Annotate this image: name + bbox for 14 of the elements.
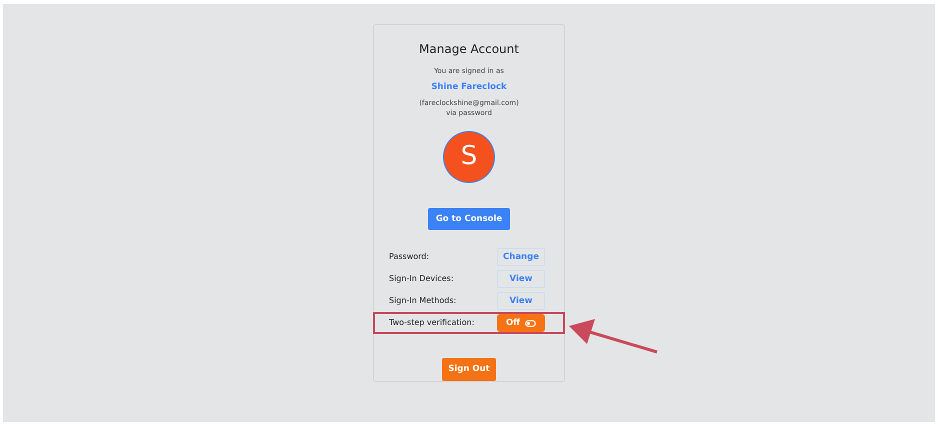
setting-button[interactable]: View xyxy=(497,292,545,310)
setting-button[interactable]: Change xyxy=(497,248,545,266)
setting-label: Sign-In Devices: xyxy=(389,273,454,286)
console-button[interactable]: Go to Console xyxy=(428,208,510,230)
setting-label: Sign-In Methods: xyxy=(389,295,456,308)
user-name: Shine Fareclock xyxy=(431,81,507,94)
setting-button[interactable]: View xyxy=(497,270,545,288)
toggle-button[interactable]: Off xyxy=(497,314,545,332)
card-title: Manage Account xyxy=(419,41,519,58)
sign-out-button[interactable]: Sign Out xyxy=(442,358,496,381)
toggle-icon xyxy=(525,320,536,327)
setting-label: Two-step verification: xyxy=(389,317,474,330)
setting-label: Password: xyxy=(389,251,430,264)
avatar: S xyxy=(443,130,495,182)
